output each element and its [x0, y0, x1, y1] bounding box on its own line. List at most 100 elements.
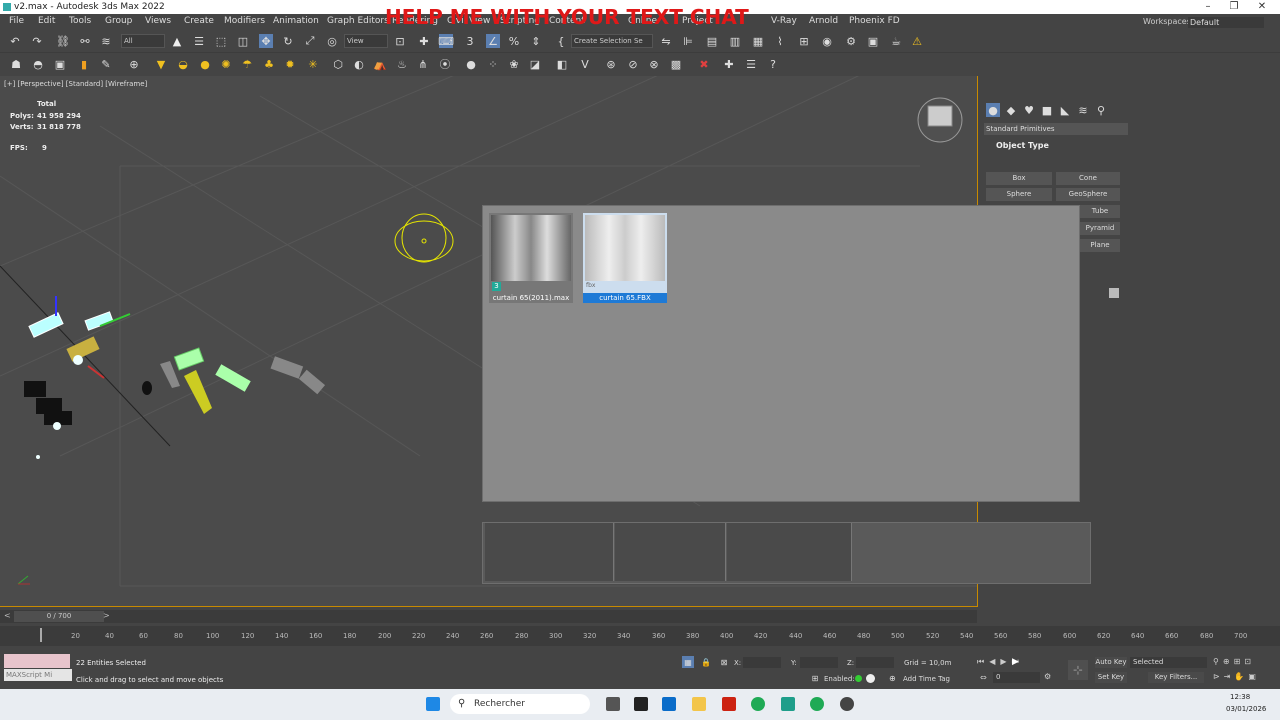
track-bar[interactable]: 20 40 60 80 100 120 140 160 180 200 220 … [0, 626, 1280, 646]
teapot-icon[interactable]: ☗ [9, 57, 23, 71]
snaps-toggle-icon[interactable]: 3 [463, 34, 477, 48]
layer-explorer-icon[interactable]: ▥ [728, 34, 742, 48]
vray-clipper-icon[interactable]: ⦿ [438, 57, 452, 71]
schematic-view-icon[interactable]: ⊞ [797, 34, 811, 48]
move-icon[interactable]: ✥ [259, 34, 273, 48]
vray-plane-icon[interactable]: ♨ [395, 57, 409, 71]
set-key-icon[interactable]: ⊹ [1068, 660, 1088, 680]
vray-scene-converter-icon[interactable]: ⁘ [486, 57, 500, 71]
menu-graph-editors[interactable]: Graph Editors [327, 16, 389, 26]
render-production-icon[interactable]: ☕ [889, 34, 903, 48]
recorder-app-icon[interactable] [840, 697, 854, 711]
vray-light-plane-icon[interactable]: ▼ [154, 57, 168, 71]
adaptive-degradation-icon[interactable]: ⊞ [809, 672, 821, 684]
enabled-toggle-icon[interactable] [866, 674, 875, 683]
box-tool-icon[interactable]: ▣ [53, 57, 67, 71]
menu-tools[interactable]: Tools [69, 16, 91, 26]
vray-dome-light-icon[interactable]: ◒ [176, 57, 190, 71]
reference-coordinate-dropdown[interactable]: View [344, 34, 388, 48]
vray-v-icon[interactable]: V [578, 57, 592, 71]
menu-create[interactable]: Create [184, 16, 214, 26]
enabled-indicator-icon[interactable] [855, 675, 862, 682]
close-button[interactable]: ✕ [1250, 0, 1274, 14]
minimize-button[interactable]: – [1196, 0, 1220, 14]
clock-time[interactable]: 12:38 [1230, 693, 1250, 701]
chrome-profile-app-icon[interactable] [810, 697, 824, 711]
viewport-label[interactable]: [+] [Perspective] [Standard] [Wireframe] [4, 80, 147, 88]
windows-start-icon[interactable] [426, 697, 440, 711]
rectangular-selection-icon[interactable]: ⬚ [214, 34, 228, 48]
viewport-navigation-icons[interactable]: ⚲⊕⊞⊡ [1213, 657, 1255, 666]
vray-sun-sky-icon[interactable]: ✹ [283, 57, 297, 71]
file-explorer-icon[interactable] [692, 697, 706, 711]
sphere-tool-icon[interactable]: ◓ [31, 57, 45, 71]
systems-icon[interactable]: ⚲ [1094, 103, 1108, 117]
menu-views[interactable]: Views [145, 16, 171, 26]
current-frame-field[interactable]: 0 [993, 672, 1040, 683]
z-coordinate-field[interactable] [856, 657, 894, 668]
key-mode-icon[interactable]: ⇔ [980, 673, 987, 682]
scene-explorer-icon[interactable]: ▤ [705, 34, 719, 48]
edit-named-selection-icon[interactable]: { [554, 34, 568, 48]
time-slider-thumb[interactable]: 0 / 700 [14, 611, 104, 622]
y-coordinate-field[interactable] [800, 657, 838, 668]
key-filters-button[interactable]: Key Filters... [1148, 672, 1204, 683]
time-next-icon[interactable]: > [103, 611, 110, 620]
menu-modifiers[interactable]: Modifiers [224, 16, 265, 26]
time-tag-icon[interactable]: ⊕ [889, 674, 896, 683]
light-icon[interactable]: ▮ [77, 57, 91, 71]
vray-frame-buffer-icon[interactable]: ⊕ [127, 57, 141, 71]
vray-help-icon[interactable]: ? [766, 57, 780, 71]
maxscript-listener[interactable] [4, 654, 70, 668]
vray-mesh-export-icon[interactable]: ◪ [528, 57, 542, 71]
viewport-orbit-icons[interactable]: ⊳⇥✋▣ [1213, 672, 1260, 681]
redo-icon[interactable]: ↷ [30, 34, 44, 48]
percent-snap-icon[interactable]: % [507, 34, 521, 48]
vray-mtl-icon[interactable]: ❀ [507, 57, 521, 71]
box-button[interactable]: Box [986, 172, 1052, 185]
align-icon[interactable]: ⊫ [681, 34, 695, 48]
menu-animation[interactable]: Animation [273, 16, 319, 26]
material-editor-icon[interactable]: ◉ [820, 34, 834, 48]
keyboard-shortcut-override-icon[interactable]: ⌨ [438, 34, 454, 48]
pyramid-button[interactable]: Pyramid [1080, 222, 1120, 235]
geometry-icon[interactable]: ◆ [1004, 103, 1018, 117]
acrobat-app-icon[interactable] [722, 697, 736, 711]
vray-settings-icon[interactable]: ⊛ [604, 57, 618, 71]
named-selection-set-dropdown[interactable]: Create Selection Se [571, 34, 653, 48]
tiktok-app-icon[interactable] [634, 697, 648, 711]
select-manipulate-icon[interactable]: ✚ [417, 34, 431, 48]
plane-button[interactable]: Plane [1080, 239, 1120, 252]
select-object-icon[interactable]: ▲ [170, 34, 184, 48]
isolate-selection-icon[interactable]: ▦ [682, 656, 694, 668]
time-prev-icon[interactable]: < [4, 611, 11, 620]
auto-key-button[interactable]: Auto Key [1095, 657, 1127, 668]
menu-phoenix-fd[interactable]: Phoenix FD [849, 16, 900, 26]
pivot-center-icon[interactable]: ⊡ [393, 34, 407, 48]
menu-arnold[interactable]: Arnold [809, 16, 838, 26]
menu-vray[interactable]: V-Ray [771, 16, 797, 26]
undo-icon[interactable]: ↶ [8, 34, 22, 48]
task-view-icon[interactable] [606, 697, 620, 711]
file-thumbnail-selected[interactable]: fbx curtain 65.FBX [583, 213, 667, 303]
shapes-icon[interactable]: ♥ [1022, 103, 1036, 117]
angle-snap-icon[interactable]: ∠ [486, 34, 500, 48]
toggle-ribbon-icon[interactable]: ▦ [751, 34, 765, 48]
rotate-icon[interactable]: ↻ [281, 34, 295, 48]
vray-light-lister-icon[interactable]: ✳ [306, 57, 320, 71]
vray-render-icon[interactable]: ⊘ [626, 57, 640, 71]
menu-edit[interactable]: Edit [38, 16, 55, 26]
tube-button[interactable]: Tube [1080, 205, 1120, 218]
store-app-icon[interactable] [662, 697, 676, 711]
vray-denoiser-icon[interactable]: ✖ [697, 57, 711, 71]
camera-icon[interactable]: ✎ [99, 57, 113, 71]
select-by-name-icon[interactable]: ☰ [192, 34, 206, 48]
primitive-category-dropdown[interactable]: Standard Primitives [984, 123, 1128, 135]
key-mode-dropdown[interactable]: Selected [1130, 657, 1207, 668]
rollout-object-type[interactable]: Object Type [996, 141, 1049, 150]
vray-fur-icon[interactable]: ◐ [352, 57, 366, 71]
maximize-button[interactable]: ❐ [1222, 0, 1246, 14]
warning-icon[interactable]: ⚠ [910, 34, 924, 48]
selection-filter-dropdown[interactable]: All [121, 34, 165, 48]
placement-icon[interactable]: ◎ [325, 34, 339, 48]
